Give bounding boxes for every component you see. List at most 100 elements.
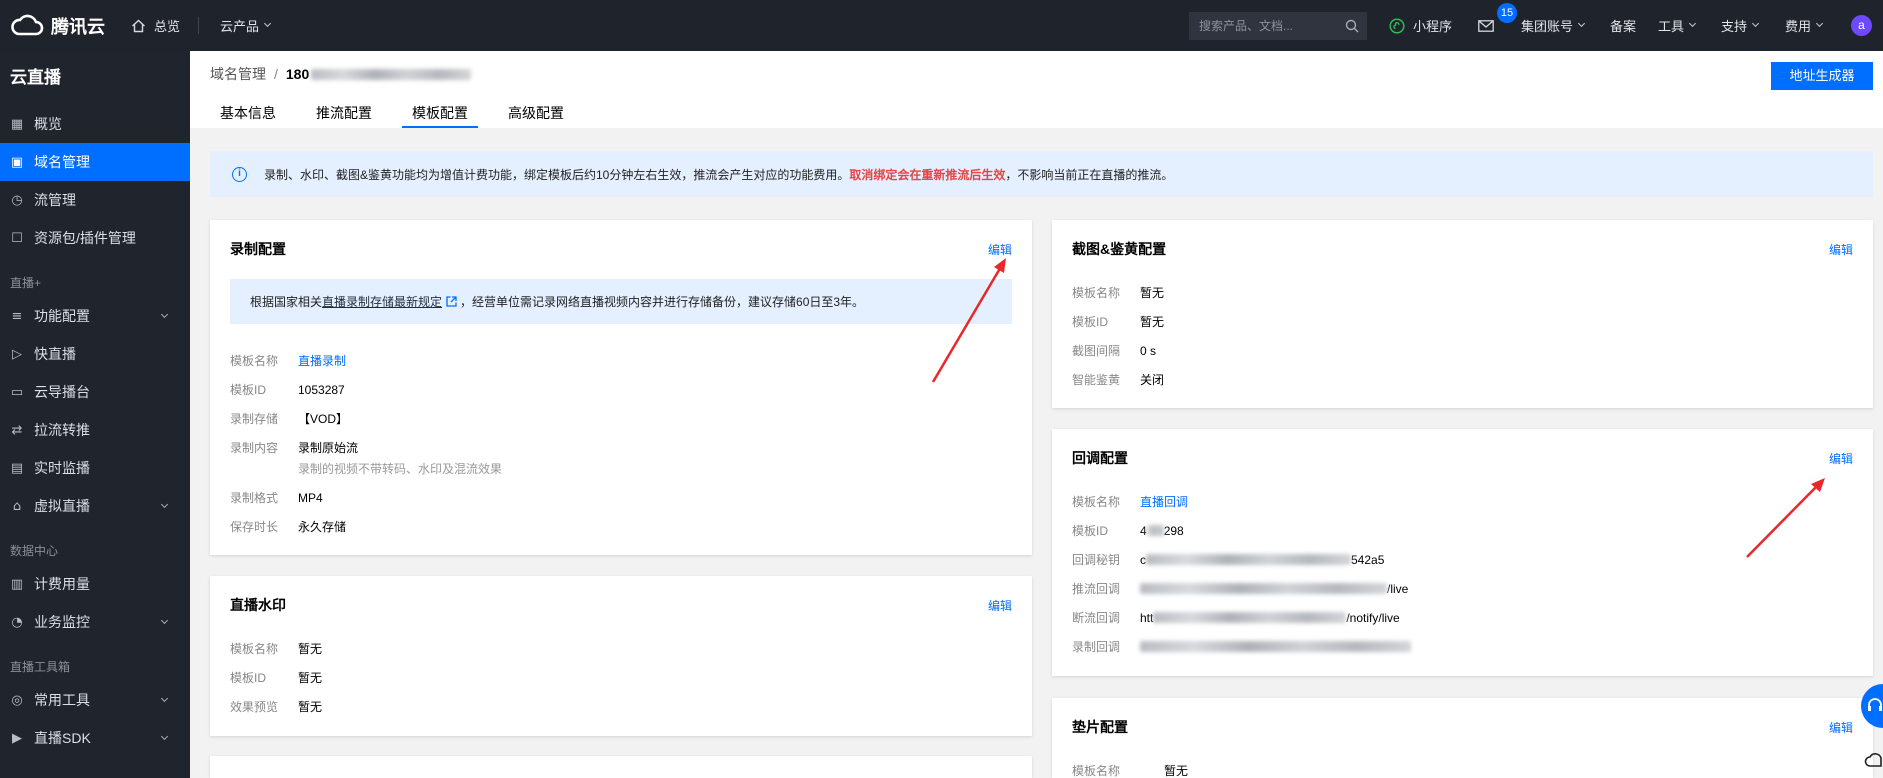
sidebar-item-live-sdk[interactable]: ▶ 直播SDK: [0, 719, 190, 757]
notice-highlight: 取消绑定会在重新推流后生效: [849, 167, 1006, 182]
tab-basic-info[interactable]: 基本信息: [210, 101, 286, 128]
sidebar-item-fast-live[interactable]: ▷ 快直播: [0, 335, 190, 373]
search-icon[interactable]: [1345, 19, 1359, 33]
storage-regulation-notice: 根据国家相关 直播录制存储最新规定 ，经营单位需记录网络直播视频内容并进行存储备份…: [230, 279, 1012, 324]
sidebar-item-director[interactable]: ▭ 云导播台: [0, 373, 190, 411]
field-value: 暂无: [298, 671, 323, 685]
sidebar-item-packages[interactable]: ☐ 资源包/插件管理: [0, 219, 190, 257]
billing-notice-banner: i 录制、水印、截图&鉴黄功能均为增值计费功能，绑定模板后约10分钟左右生效，推…: [210, 151, 1873, 197]
field-row: 录制存储 【VOD】: [210, 404, 1032, 433]
field-label: 模板名称: [1072, 764, 1121, 778]
edit-watermark-button[interactable]: 编辑: [988, 597, 1012, 614]
card-title: 录制配置: [230, 241, 286, 257]
sidebar-item-common-tools[interactable]: ◎ 常用工具: [0, 681, 190, 719]
tab-advanced-config[interactable]: 高级配置: [498, 101, 574, 128]
external-link-icon[interactable]: [446, 296, 457, 307]
address-generator-button[interactable]: 地址生成器: [1771, 62, 1873, 90]
field-value: 【VOD】: [298, 412, 349, 426]
chevron-down-icon: [1815, 19, 1824, 28]
nav-group-account-label: 集团账号: [1521, 19, 1574, 34]
breadcrumb-parent-link[interactable]: 域名管理: [210, 64, 266, 84]
redacted-value: [1140, 641, 1411, 652]
field-row: 推流回调 /live: [1052, 574, 1873, 603]
recording-template-link[interactable]: 直播录制: [298, 352, 346, 369]
tab-template-config[interactable]: 模板配置: [402, 101, 478, 128]
card-title: 截图&鉴黄配置: [1072, 241, 1167, 257]
edit-recording-button[interactable]: 编辑: [988, 241, 1012, 258]
sidebar-item-domain-management[interactable]: ▣ 域名管理: [0, 143, 190, 181]
nav-support-dropdown[interactable]: 支持: [1721, 0, 1760, 51]
watermark-config-card: 直播水印 编辑 模板名称 暂无 模板ID 暂无 效果预览 暂无: [210, 576, 1032, 736]
sidebar-item-virtual-live[interactable]: ⌂ 虚拟直播: [0, 487, 190, 525]
sidebar-title: 云直播: [10, 68, 61, 87]
redacted-value: [1146, 554, 1351, 565]
edit-callback-button[interactable]: 编辑: [1829, 450, 1853, 467]
edit-snapshot-button[interactable]: 编辑: [1829, 241, 1853, 258]
sidebar-item-billing-usage[interactable]: ▥ 计费用量: [0, 565, 190, 603]
nav-group-account-dropdown[interactable]: 集团账号: [1521, 0, 1586, 51]
field-label: 模板ID: [230, 383, 267, 397]
sidebar-item-stream-management[interactable]: ◷ 流管理: [0, 181, 190, 219]
cloud-icon[interactable]: [1864, 750, 1883, 770]
nav-billing-dropdown[interactable]: 费用: [1785, 0, 1824, 51]
field-row: 模板ID 暂无: [210, 663, 1032, 692]
field-row: 模板名称 暂无: [1052, 756, 1873, 778]
sidebar-item-overview[interactable]: ▦ 概览: [0, 105, 190, 143]
sidebar-item-label: 实时监播: [34, 460, 90, 476]
brand-name: 腾讯云: [51, 16, 105, 37]
mail-icon: [1478, 19, 1494, 32]
sidebar-item-business-monitor[interactable]: ◔ 业务监控: [0, 603, 190, 641]
field-row: 模板ID 4 298: [1052, 516, 1873, 545]
breadcrumb-separator: /: [274, 66, 278, 82]
sidebar-item-label: 资源包/插件管理: [34, 230, 136, 246]
sidebar-item-label: 云导播台: [34, 384, 90, 400]
sidebar-item-label: 概览: [34, 116, 62, 132]
search-input[interactable]: [1189, 12, 1367, 40]
chevron-down-icon: [160, 616, 169, 625]
sidebar-item-label: 拉流转推: [34, 422, 90, 438]
field-label: 断流回调: [1072, 611, 1121, 625]
field-value-prefix: 4: [1140, 523, 1147, 538]
director-console-icon: ▭: [10, 384, 24, 400]
field-row: 录制回调: [1052, 632, 1873, 661]
sidebar-item-feature-config[interactable]: ≡ 功能配置: [0, 297, 190, 335]
field-value: 录制原始流: [298, 441, 359, 455]
nav-overview[interactable]: 总览: [131, 0, 180, 51]
nav-miniprogram[interactable]: 小程序: [1389, 0, 1452, 51]
brand-logo[interactable]: 腾讯云: [10, 0, 105, 51]
sdk-play-icon: ▶: [12, 730, 22, 746]
sidebar-item-label: 功能配置: [34, 308, 90, 324]
field-label: 效果预览: [230, 700, 279, 714]
bar-chart-icon: ▥: [10, 576, 24, 592]
notice-text: ，经营单位需记录网络直播视频内容并进行存储备份，建议存储60日至3年。: [460, 295, 865, 309]
chevron-down-icon: [1577, 19, 1586, 28]
tab-push-config[interactable]: 推流配置: [306, 101, 382, 128]
nav-products-dropdown[interactable]: 云产品: [220, 0, 272, 51]
config-card-partial: [210, 756, 1032, 778]
edit-padding-button[interactable]: 编辑: [1829, 719, 1853, 736]
sidebar-item-realtime-monitor[interactable]: ▤ 实时监播: [0, 449, 190, 487]
package-icon: ☐: [11, 230, 23, 246]
field-row: 模板ID 暂无: [1052, 307, 1873, 336]
field-value: 暂无: [298, 642, 323, 656]
field-label: 模板名称: [1072, 495, 1121, 509]
message-count-badge: 15: [1497, 3, 1517, 23]
virtual-live-icon: ⌂: [12, 498, 22, 514]
padding-config-card: 垫片配置 编辑 模板名称 暂无: [1052, 698, 1873, 778]
field-row: 截图间隔 0 s: [1052, 336, 1873, 365]
user-avatar[interactable]: a: [1851, 15, 1872, 36]
info-icon: i: [232, 166, 247, 182]
callback-template-link[interactable]: 直播回调: [1140, 493, 1188, 510]
nav-messages[interactable]: [1478, 0, 1494, 51]
sidebar-item-label: 计费用量: [34, 576, 90, 592]
nav-beian[interactable]: 备案: [1610, 0, 1636, 51]
sidebar-item-label: 业务监控: [34, 614, 90, 630]
sidebar-item-relay[interactable]: ⇄ 拉流转推: [0, 411, 190, 449]
nav-tools-dropdown[interactable]: 工具: [1658, 0, 1697, 51]
chevron-down-icon: [1751, 19, 1760, 28]
field-value-prefix: htt: [1140, 610, 1154, 625]
card-title: 直播水印: [230, 597, 286, 613]
field-label: 截图间隔: [1072, 344, 1121, 358]
breadcrumb: 域名管理 / 180: [210, 63, 472, 85]
regulation-doc-link[interactable]: 直播录制存储最新规定: [322, 293, 442, 310]
